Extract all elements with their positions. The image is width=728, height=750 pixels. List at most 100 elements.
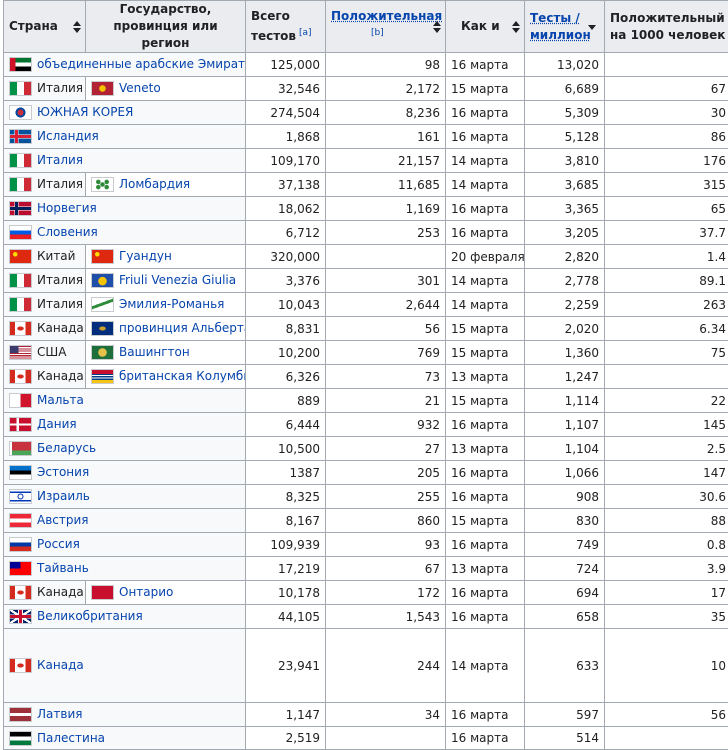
region-link[interactable]: Veneto [119, 81, 161, 95]
country-cell: Канада [4, 317, 86, 341]
date-cell: 13 марта [446, 365, 525, 389]
country-link[interactable]: ЮЖНАЯ КОРЕЯ [37, 105, 133, 119]
region-link[interactable]: Вашингтон [119, 345, 190, 359]
washington-flag-icon [91, 345, 114, 360]
positive-per-thousand-cell: 315 [605, 173, 728, 197]
total-tests-cell: 37,138 [246, 173, 326, 197]
country-cell: Италия [4, 293, 86, 317]
region-link[interactable]: Эмилия-Романья [119, 297, 224, 311]
positive-cell: 205 [326, 461, 446, 485]
country-cell: Италия [4, 77, 86, 101]
positive-per-thousand-cell: 176 [605, 149, 728, 173]
region-link[interactable]: Friuli Venezia Giulia [119, 273, 236, 287]
country-link[interactable]: Латвия [37, 707, 82, 721]
positive-cell: 253 [326, 221, 446, 245]
positive-cell [326, 727, 446, 750]
total-tests-cell: 109,170 [246, 149, 326, 173]
positive-per-thousand-cell [605, 53, 728, 77]
country-link[interactable]: Израиль [37, 489, 90, 503]
date-cell: 16 марта [446, 413, 525, 437]
total-tests-cell: 8,831 [246, 317, 326, 341]
positive-per-thousand-cell: 89.1 [605, 269, 728, 293]
footnote-b-link[interactable]: [b] [371, 28, 384, 38]
positive-cell: 161 [326, 125, 446, 149]
table-row: Норвегия18,0621,16916 марта3,36565 [4, 197, 728, 221]
country-cell: Латвия [4, 703, 246, 727]
country-cell: Великобритания [4, 605, 246, 629]
region-link[interactable]: провинция Альберта [119, 321, 246, 335]
total-tests-cell: 889 [246, 389, 326, 413]
column-header-as-of[interactable]: Как и [446, 1, 525, 53]
positive-per-thousand-cell: 17 [605, 581, 728, 605]
palestine-flag-icon [9, 731, 32, 746]
column-header-tpm-link[interactable]: Тесты / миллион [530, 10, 585, 44]
tests-per-million-cell: 3,205 [525, 221, 605, 245]
country-link[interactable]: Великобритания [37, 609, 143, 623]
date-cell: 14 марта [446, 149, 525, 173]
country-label: Италия [37, 273, 83, 287]
country-link[interactable]: Дания [37, 417, 77, 431]
region-cell: Эмилия-Романья [86, 293, 246, 317]
tests-per-million-cell: 633 [525, 629, 605, 703]
total-tests-cell: 1,147 [246, 703, 326, 727]
region-cell: провинция Альберта [86, 317, 246, 341]
positive-per-thousand-cell: 1.4 [605, 245, 728, 269]
date-cell: 16 марта [446, 533, 525, 557]
uae-flag-icon [9, 57, 32, 72]
region-cell: Friuli Venezia Giulia [86, 269, 246, 293]
country-link[interactable]: Австрия [37, 513, 89, 527]
country-cell: объединенные арабские Эмираты [4, 53, 246, 77]
date-cell: 13 марта [446, 437, 525, 461]
total-tests-cell: 109,939 [246, 533, 326, 557]
column-header-positive-link[interactable]: Положительная [331, 9, 442, 23]
country-link[interactable]: Эстония [37, 465, 89, 479]
column-header-country-label: Страна [9, 19, 58, 33]
positive-per-thousand-cell: 2.5 [605, 437, 728, 461]
country-cell: Исландия [4, 125, 246, 149]
tests-per-million-cell: 724 [525, 557, 605, 581]
country-cell: ЮЖНАЯ КОРЕЯ [4, 101, 246, 125]
china-flag-icon [91, 249, 114, 264]
region-link[interactable]: Онтарио [119, 585, 173, 599]
region-cell: британская Колумбия [86, 365, 246, 389]
positive-cell: 860 [326, 509, 446, 533]
positive-per-thousand-cell: 88 [605, 509, 728, 533]
country-link[interactable]: Палестина [37, 731, 105, 745]
country-link[interactable]: Мальта [37, 393, 84, 407]
country-link[interactable]: Италия [37, 153, 83, 167]
country-link[interactable]: Словения [37, 225, 98, 239]
latvia-flag-icon [9, 707, 32, 722]
total-tests-cell: 1,868 [246, 125, 326, 149]
column-header-country[interactable]: Страна [4, 1, 86, 53]
column-header-tests-per-million[interactable]: Тесты / миллион [525, 1, 605, 53]
estonia-flag-icon [9, 465, 32, 480]
footnote-a-link[interactable]: [a] [299, 28, 312, 38]
region-cell: Вашингтон [86, 341, 246, 365]
country-link[interactable]: Норвегия [37, 201, 97, 215]
total-tests-cell: 274,504 [246, 101, 326, 125]
tests-per-million-cell: 6,689 [525, 77, 605, 101]
country-link[interactable]: Тайвань [37, 561, 89, 575]
sort-desc-icon[interactable] [588, 25, 596, 30]
country-cell: Австрия [4, 509, 246, 533]
positive-per-thousand-cell [605, 365, 728, 389]
country-link[interactable]: Канада [37, 658, 84, 672]
country-link[interactable]: объединенные арабские Эмираты [37, 57, 246, 71]
country-label: Канада [37, 369, 84, 383]
region-cell: Veneto [86, 77, 246, 101]
region-link[interactable]: Ломбардия [119, 177, 190, 191]
date-cell: 14 марта [446, 269, 525, 293]
total-tests-cell: 32,546 [246, 77, 326, 101]
country-cell: Дания [4, 413, 246, 437]
tests-per-million-cell: 3,365 [525, 197, 605, 221]
testing-table: Страна Государство, провинция или регион… [3, 0, 728, 750]
country-link[interactable]: Беларусь [37, 441, 96, 455]
region-link[interactable]: британская Колумбия [119, 369, 246, 383]
column-header-positive[interactable]: Положительная [b] [326, 1, 446, 53]
ontario-flag-icon [91, 585, 114, 600]
country-cell: Израиль [4, 485, 246, 509]
tests-per-million-cell: 1,107 [525, 413, 605, 437]
country-link[interactable]: Исландия [37, 129, 99, 143]
region-link[interactable]: Гуандун [119, 249, 172, 263]
country-link[interactable]: Россия [37, 537, 80, 551]
